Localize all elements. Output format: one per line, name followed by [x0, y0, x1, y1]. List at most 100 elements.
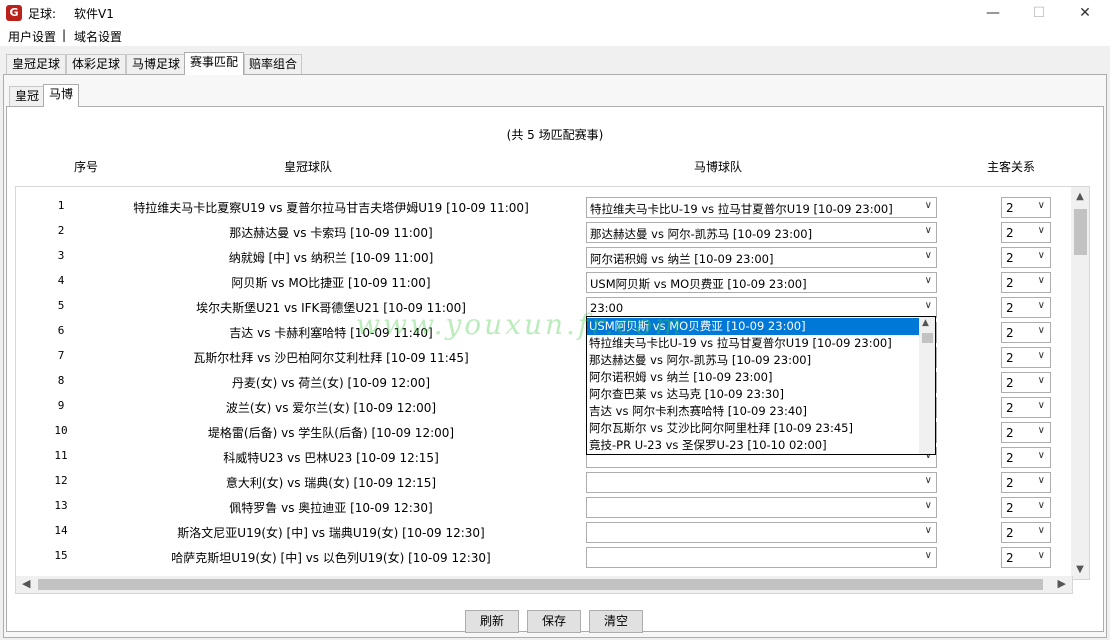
scroll-down-icon[interactable]: ▼ — [1071, 564, 1089, 575]
chevron-down-icon[interactable]: ∨ — [1038, 250, 1045, 261]
mabo-team-select[interactable]: ∨ — [586, 522, 937, 543]
chevron-down-icon[interactable]: ∨ — [925, 200, 932, 211]
title-bar: G 足球: 软件V1 — ☐ ✕ — [0, 0, 1110, 26]
refresh-button[interactable]: 刷新 — [465, 610, 519, 633]
dropdown-scrollbar[interactable]: ▲ — [919, 317, 935, 454]
main-tabs: 皇冠足球 体彩足球 马博足球 赛事匹配 赔率组合 — [0, 52, 1110, 75]
chevron-down-icon[interactable]: ∨ — [1038, 550, 1045, 561]
tab-lottery-football[interactable]: 体彩足球 — [66, 54, 126, 74]
mabo-team-select[interactable]: ∨ — [586, 472, 937, 493]
row-index: 3 — [57, 249, 65, 262]
relation-select[interactable]: 2 ∨ — [1001, 272, 1051, 293]
dropdown-scroll-thumb[interactable] — [922, 333, 933, 343]
chevron-down-icon[interactable]: ∨ — [925, 225, 932, 236]
save-button[interactable]: 保存 — [527, 610, 581, 633]
dropdown-option[interactable]: USM阿贝斯 vs MO贝费亚 [10-09 23:00] — [587, 318, 919, 335]
mabo-team-select[interactable]: USM阿贝斯 vs MO贝费亚 [10-09 23:00] ∨ — [586, 272, 937, 293]
dropdown-option[interactable]: 阿尔瓦斯尔 vs 艾沙比阿尔阿里杜拜 [10-09 23:45] — [587, 420, 919, 437]
relation-select[interactable]: 2 ∨ — [1001, 397, 1051, 418]
subtab-crown[interactable]: 皇冠 — [9, 86, 45, 106]
chevron-down-icon[interactable]: ∨ — [1038, 475, 1045, 486]
chevron-down-icon[interactable]: ∨ — [1038, 225, 1045, 236]
mabo-team-select[interactable]: 阿尔诺积姆 vs 纳兰 [10-09 23:00] ∨ — [586, 247, 937, 268]
chevron-down-icon[interactable]: ∨ — [925, 500, 932, 511]
crown-team-cell: 纳就姆 [中] vs 纳积兰 [10-09 11:00] — [228, 251, 434, 265]
mabo-team-select[interactable]: 特拉维夫马卡比U-19 vs 拉马甘夏普尔U19 [10-09 23:00] ∨ — [586, 197, 937, 218]
relation-select[interactable]: 2 ∨ — [1001, 197, 1051, 218]
chevron-down-icon[interactable]: ∨ — [1038, 525, 1045, 536]
relation-value: 2 — [1006, 251, 1014, 265]
relation-select[interactable]: 2 ∨ — [1001, 247, 1051, 268]
relation-select[interactable]: 2 ∨ — [1001, 222, 1051, 243]
menu-user-settings[interactable]: 用户设置 — [8, 28, 56, 45]
subtab-mabo[interactable]: 马博 — [43, 84, 79, 107]
dropdown-option[interactable]: 阿尔查巴莱 vs 达马克 [10-09 23:30] — [587, 386, 919, 403]
dropdown-option[interactable]: 阿尔诺积姆 vs 纳兰 [10-09 23:00] — [587, 369, 919, 386]
relation-select[interactable]: 2 ∨ — [1001, 372, 1051, 393]
maximize-button[interactable]: ☐ — [1016, 0, 1062, 26]
dropdown-option[interactable]: 那达赫达曼 vs 阿尔-凯苏马 [10-09 23:00] — [587, 352, 919, 369]
header-index: 序号 — [74, 160, 99, 174]
relation-value: 2 — [1006, 376, 1014, 390]
dropdown-option[interactable]: 特拉维夫马卡比U-19 vs 拉马甘夏普尔U19 [10-09 23:00] — [587, 335, 919, 352]
chevron-down-icon[interactable]: ∨ — [1038, 450, 1045, 461]
tab-mabo-football[interactable]: 马博足球 — [126, 54, 186, 74]
mabo-team-select[interactable]: 23:00 ∨ — [586, 297, 937, 318]
table-row: 12 意大利(女) vs 瑞典(女) [10-09 12:15] ∨ 2 ∨ — [16, 469, 1072, 494]
relation-select[interactable]: 2 ∨ — [1001, 497, 1051, 518]
window-version: 软件V1 — [74, 7, 114, 21]
mabo-team-select[interactable]: ∨ — [586, 547, 937, 568]
dropdown-option[interactable]: 竟技-PR U-23 vs 圣保罗U-23 [10-10 02:00] — [587, 437, 919, 454]
close-button[interactable]: ✕ — [1062, 0, 1108, 26]
row-index: 4 — [57, 274, 65, 287]
chevron-down-icon[interactable]: ∨ — [1038, 425, 1045, 436]
minimize-button[interactable]: — — [970, 0, 1016, 26]
chevron-down-icon[interactable]: ∨ — [925, 525, 932, 536]
chevron-down-icon[interactable]: ∨ — [1038, 200, 1045, 211]
chevron-down-icon[interactable]: ∨ — [1038, 300, 1045, 311]
relation-select[interactable]: 2 ∨ — [1001, 322, 1051, 343]
row-index: 2 — [57, 224, 65, 237]
relation-select[interactable]: 2 ∨ — [1001, 472, 1051, 493]
tab-match-pairing[interactable]: 赛事匹配 — [184, 52, 244, 75]
relation-select[interactable]: 2 ∨ — [1001, 447, 1051, 468]
menu-domain-settings[interactable]: 域名设置 — [74, 28, 122, 45]
dropdown-option[interactable]: 吉达 vs 阿尔卡利杰赛哈特 [10-09 23:40] — [587, 403, 919, 420]
mabo-team-value: USM阿贝斯 vs MO贝费亚 [10-09 23:00] — [590, 277, 807, 291]
relation-select[interactable]: 2 ∨ — [1001, 347, 1051, 368]
relation-value: 2 — [1006, 226, 1014, 240]
chevron-down-icon[interactable]: ∨ — [1038, 350, 1045, 361]
clear-button[interactable]: 清空 — [589, 610, 643, 633]
scroll-right-icon[interactable]: ▶ — [1058, 577, 1066, 590]
relation-select[interactable]: 2 ∨ — [1001, 547, 1051, 568]
mabo-team-select[interactable]: ∨ — [586, 497, 937, 518]
mabo-team-select[interactable]: 那达赫达曼 vs 阿尔-凯苏马 [10-09 23:00] ∨ — [586, 222, 937, 243]
horizontal-scrollbar[interactable]: ◀ ▶ — [15, 576, 1073, 594]
horizontal-scroll-thumb[interactable] — [38, 579, 1043, 590]
chevron-down-icon[interactable]: ∨ — [1038, 275, 1045, 286]
tab-crown-football[interactable]: 皇冠足球 — [6, 54, 66, 74]
tab-odds-combo[interactable]: 赔率组合 — [244, 54, 302, 74]
relation-select[interactable]: 2 ∨ — [1001, 522, 1051, 543]
relation-select[interactable]: 2 ∨ — [1001, 297, 1051, 318]
chevron-down-icon[interactable]: ∨ — [1038, 400, 1045, 411]
vertical-scroll-thumb[interactable] — [1074, 209, 1087, 255]
mabo-dropdown-list[interactable]: ▲ USM阿贝斯 vs MO贝费亚 [10-09 23:00] 特拉维夫马卡比U-… — [586, 316, 936, 455]
relation-select[interactable]: 2 ∨ — [1001, 422, 1051, 443]
chevron-down-icon[interactable]: ∨ — [1038, 500, 1045, 511]
chevron-down-icon[interactable]: ∨ — [925, 550, 932, 561]
chevron-down-icon[interactable]: ∨ — [1038, 375, 1045, 386]
dropdown-scroll-up-icon[interactable]: ▲ — [922, 318, 929, 328]
chevron-down-icon[interactable]: ∨ — [1038, 325, 1045, 336]
chevron-down-icon[interactable]: ∨ — [925, 275, 932, 286]
vertical-scrollbar[interactable]: ▲ ▼ — [1071, 186, 1090, 580]
crown-team-cell: 阿贝斯 vs MO比捷亚 [10-09 11:00] — [231, 276, 431, 290]
relation-value: 2 — [1006, 526, 1014, 540]
scroll-left-icon[interactable]: ◀ — [22, 577, 30, 590]
chevron-down-icon[interactable]: ∨ — [925, 250, 932, 261]
crown-team-cell: 哈萨克斯坦U19(女) [中] vs 以色列U19(女) [10-09 12:3… — [171, 551, 491, 565]
chevron-down-icon[interactable]: ∨ — [925, 300, 932, 311]
crown-team-cell: 埃尔夫斯堡U21 vs IFK哥德堡U21 [10-09 11:00] — [196, 301, 466, 315]
scroll-up-icon[interactable]: ▲ — [1071, 191, 1089, 202]
chevron-down-icon[interactable]: ∨ — [925, 475, 932, 486]
